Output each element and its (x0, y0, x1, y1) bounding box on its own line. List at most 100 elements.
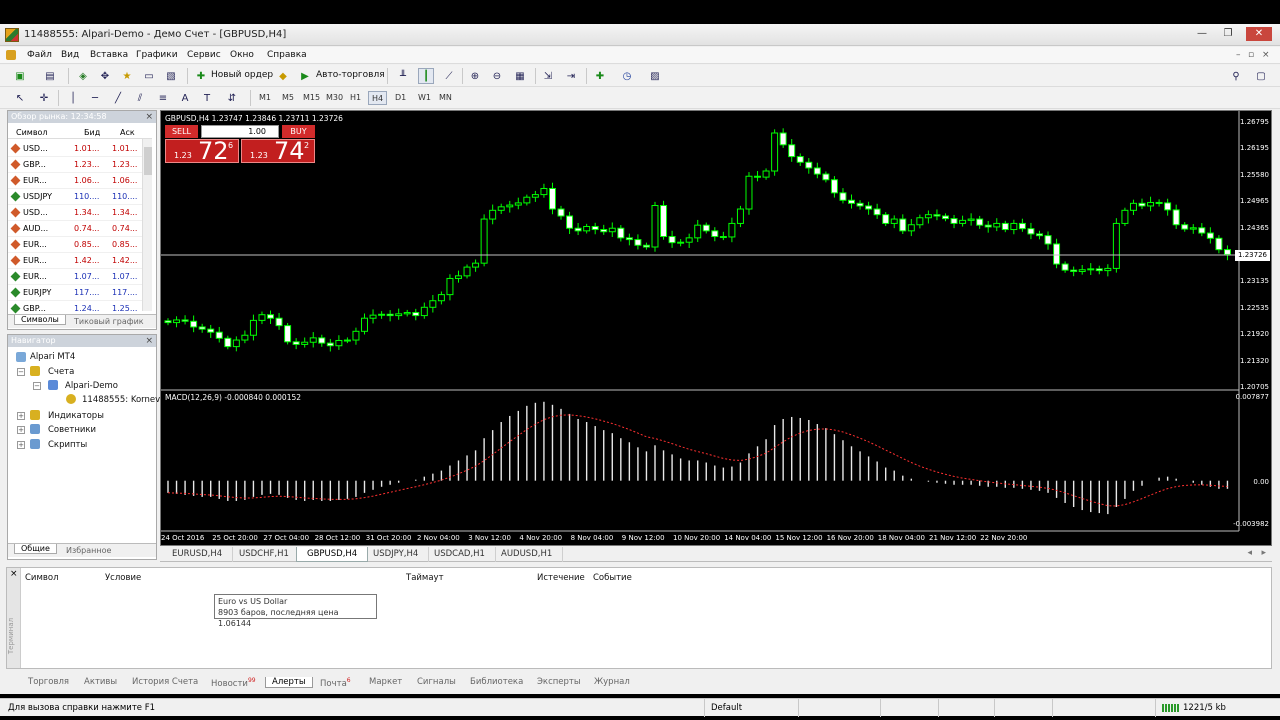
trendline-icon[interactable]: ╱ (110, 90, 126, 106)
periods-icon[interactable]: ◷ (619, 68, 635, 84)
tab-symbols[interactable]: Символы (14, 315, 66, 325)
tab-common[interactable]: Общие (14, 544, 57, 554)
tab-mailbox[interactable]: Почта6 (320, 677, 351, 689)
nav-experts[interactable]: Советники (48, 425, 96, 435)
auto-trading-icon[interactable]: ▶ (297, 68, 313, 84)
market-watch-row[interactable]: GBP... 1.23... 1.23... (8, 157, 152, 173)
chart-shift-icon[interactable]: ⇥ (563, 68, 579, 84)
chart-tab[interactable]: USDJPY,H4 (363, 547, 430, 562)
cursor-icon[interactable]: ↖ (12, 90, 28, 106)
chart-tab[interactable]: USDCAD,H1 (424, 547, 496, 562)
close-icon[interactable]: × (145, 335, 153, 347)
data-window-icon[interactable]: ✥ (97, 68, 113, 84)
column-timeout[interactable]: Таймаут (406, 573, 444, 583)
indicators-icon[interactable]: ✚ (592, 68, 608, 84)
tab-trade[interactable]: Торговля (28, 677, 69, 687)
chart-tab[interactable]: EURUSD,H4 (162, 547, 234, 562)
tab-alerts[interactable]: Алерты (265, 677, 313, 688)
tab-assets[interactable]: Активы (84, 677, 117, 687)
text-label-icon[interactable]: T (199, 90, 215, 106)
tf-w1[interactable]: W1 (415, 91, 434, 105)
nav-account[interactable]: 11488555: Kornev (82, 395, 160, 405)
templates-icon[interactable]: ▨ (647, 68, 663, 84)
nav-scripts[interactable]: Скрипты (48, 440, 87, 450)
bar-chart-icon[interactable]: ╨ (395, 68, 411, 84)
market-watch-row[interactable]: EUR... 0.85... 0.85... (8, 237, 152, 253)
tab-tick-chart[interactable]: Тиковый график (74, 317, 144, 326)
menu-view[interactable]: Вид (61, 50, 79, 60)
zoom-in-icon[interactable]: ⊕ (467, 68, 483, 84)
market-watch-icon[interactable]: ◈ (75, 68, 91, 84)
menu-charts[interactable]: Графики (136, 50, 178, 60)
nav-root[interactable]: Alpari MT4 (30, 352, 75, 362)
nav-accounts[interactable]: Счета (48, 367, 74, 377)
tf-m15[interactable]: M15 (300, 91, 323, 105)
tab-experts[interactable]: Эксперты (537, 677, 581, 687)
column-symbol[interactable]: Символ (16, 128, 48, 137)
chart-canvas[interactable] (161, 111, 1273, 547)
close-icon[interactable]: × (145, 111, 153, 123)
line-chart-icon[interactable]: ⟋ (441, 68, 457, 84)
tab-news[interactable]: Новости99 (211, 677, 256, 689)
tf-h4[interactable]: H4 (368, 91, 388, 105)
arrows-icon[interactable]: ⇵ (224, 90, 240, 106)
tab-signals[interactable]: Сигналы (417, 677, 456, 687)
market-watch-row[interactable]: USD... 1.01... 1.01... (8, 141, 152, 157)
chart-tab[interactable]: AUDUSD,H1 (491, 547, 564, 562)
market-watch-row[interactable]: EUR... 1.07... 1.07... (8, 269, 152, 285)
market-watch-row[interactable]: USD... 1.34... 1.34... (8, 205, 152, 221)
menu-help[interactable]: Справка (267, 50, 307, 60)
crosshair-icon[interactable]: ✛ (36, 90, 52, 106)
market-watch-row[interactable]: USDJPY 110.... 110.... (8, 189, 152, 205)
metaeditor-icon[interactable]: ◆ (275, 68, 291, 84)
expand-icon[interactable]: + (17, 441, 25, 449)
tf-h1[interactable]: H1 (347, 91, 364, 105)
tab-journal[interactable]: Журнал (594, 677, 630, 687)
navigator-icon[interactable]: ★ (119, 68, 135, 84)
zoom-out-icon[interactable]: ⊖ (489, 68, 505, 84)
text-icon[interactable]: A (177, 90, 193, 106)
terminal-icon[interactable]: ▭ (141, 68, 157, 84)
column-condition[interactable]: Условие (105, 573, 141, 583)
vertical-line-icon[interactable]: │ (65, 90, 81, 106)
horizontal-line-icon[interactable]: ─ (87, 90, 103, 106)
fibonacci-icon[interactable]: ≡ (155, 90, 171, 106)
menu-window[interactable]: Окно (230, 50, 254, 60)
tile-windows-icon[interactable]: ▦ (512, 68, 528, 84)
search-icon[interactable]: ⚲ (1228, 68, 1244, 84)
column-event[interactable]: Событие (593, 573, 632, 583)
market-watch-row[interactable]: AUD... 0.74... 0.74... (8, 221, 152, 237)
tf-mn[interactable]: MN (436, 91, 455, 105)
mdi-minimize-icon[interactable]: – (1236, 50, 1241, 60)
tab-favorites[interactable]: Избранное (66, 546, 111, 555)
auto-trading-button[interactable]: Авто-торговля (316, 70, 385, 80)
collapse-icon[interactable]: − (33, 382, 41, 390)
autoscroll-icon[interactable]: ⇲ (540, 68, 556, 84)
tab-market[interactable]: Маркет (369, 677, 402, 687)
strategy-tester-icon[interactable]: ▧ (163, 68, 179, 84)
market-watch-row[interactable]: EUR... 1.42... 1.42... (8, 253, 152, 269)
market-watch-row[interactable]: EURJPY 117.... 117.... (8, 285, 152, 301)
collapse-icon[interactable]: − (17, 368, 25, 376)
column-ask[interactable]: Аск (120, 128, 135, 137)
buy-price[interactable]: 1.23 74 2 (241, 137, 315, 165)
channel-icon[interactable]: ⫽ (132, 90, 148, 106)
column-symbol[interactable]: Символ (25, 573, 59, 583)
market-watch-row[interactable]: EUR... 1.06... 1.06... (8, 173, 152, 189)
column-expiration[interactable]: Истечение (537, 573, 585, 583)
tab-library[interactable]: Библиотека (470, 677, 523, 687)
candlestick-chart-icon[interactable]: ┃ (418, 68, 434, 84)
chat-icon[interactable]: ▢ (1253, 68, 1269, 84)
scroll-right-icon[interactable]: ▸ (1261, 548, 1266, 558)
menu-file[interactable]: Файл (27, 50, 52, 60)
sell-button[interactable]: SELL (165, 125, 198, 138)
menu-insert[interactable]: Вставка (90, 50, 128, 60)
tab-history[interactable]: История Счета (132, 677, 198, 687)
profiles-icon[interactable]: ▤ (42, 68, 58, 84)
menu-tools[interactable]: Сервис (187, 50, 221, 60)
price-chart[interactable]: GBPUSD,H4 1.23747 1.23846 1.23711 1.2372… (160, 110, 1272, 546)
chart-tab-active[interactable]: GBPUSD,H4 (296, 547, 369, 562)
chart-tab[interactable]: USDCHF,H1 (229, 547, 300, 562)
new-chart-icon[interactable]: ▣ (12, 68, 28, 84)
expand-icon[interactable]: + (17, 426, 25, 434)
